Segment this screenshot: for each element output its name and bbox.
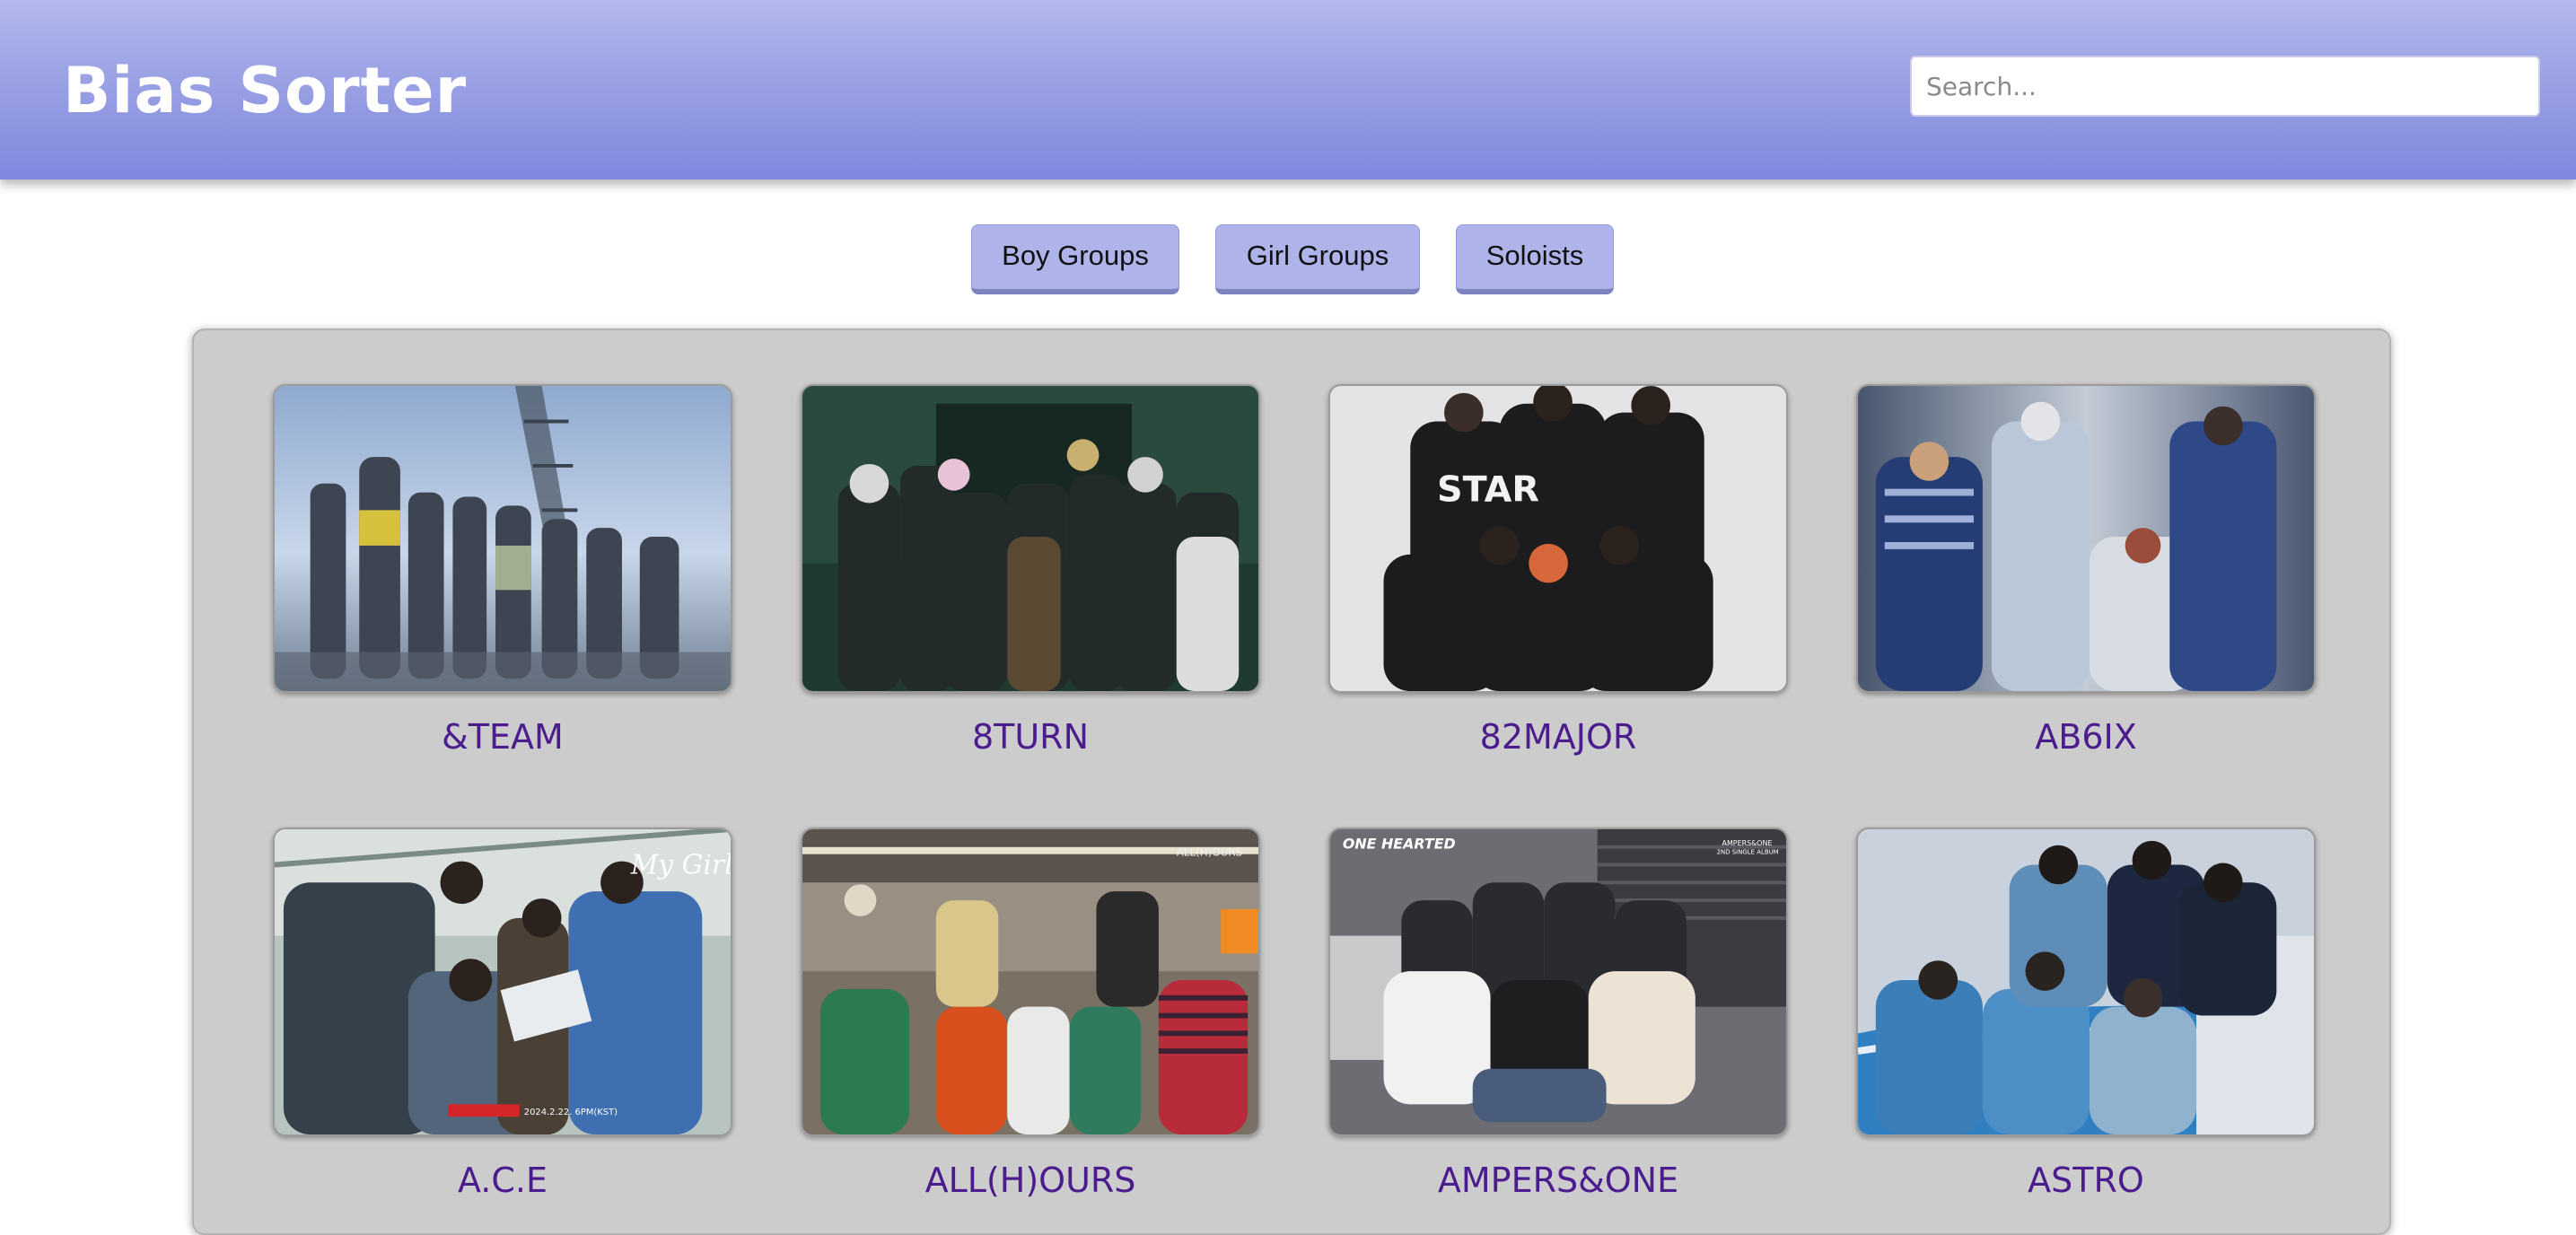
group-card-ab6ix[interactable]: AB6IX <box>1856 384 2316 758</box>
boy-groups-button[interactable]: Boy Groups <box>971 224 1179 294</box>
group-card-8turn[interactable]: 8TURN <box>801 384 1260 758</box>
group-name: AMPERS&ONE <box>1437 1161 1679 1200</box>
group-name: 8TURN <box>971 717 1090 757</box>
group-card-82major[interactable]: STAR 82MAJOR <box>1328 384 1788 758</box>
group-card-ace[interactable]: My Girl 2024.2.22. 6PM(KST) A.C.E <box>273 828 732 1201</box>
group-card-andteam[interactable]: &TEAM <box>273 384 732 758</box>
group-photo[interactable] <box>1856 384 2316 693</box>
group-photo[interactable]: STAR <box>1328 384 1788 693</box>
group-name: AB6IX <box>2035 717 2137 757</box>
group-name: ASTRO <box>2028 1161 2144 1200</box>
soloists-button[interactable]: Soloists <box>1456 224 1614 294</box>
group-photo[interactable]: ONE HEARTED AMPERS&ONE 2ND SINGLE ALBUM <box>1328 828 1788 1136</box>
search-input[interactable] <box>1910 56 2540 117</box>
group-name: 82MAJOR <box>1479 717 1637 757</box>
photo-text: ONE HEARTED <box>1343 836 1456 853</box>
site-header: Bias Sorter <box>0 0 2576 180</box>
group-card-allhours[interactable]: ALL(H)OURS ALL(H)OURS <box>801 828 1260 1201</box>
photo-text: 2024.2.22. 6PM(KST) <box>524 1108 618 1117</box>
group-grid: &TEAM 8TURN STAR 82MAJOR AB6IX My Girl 2… <box>192 328 2391 1235</box>
group-card-ampersandone[interactable]: ONE HEARTED AMPERS&ONE 2ND SINGLE ALBUM … <box>1328 828 1788 1201</box>
group-photo[interactable] <box>801 384 1260 693</box>
svg-text:STAR: STAR <box>1437 469 1539 511</box>
group-name: A.C.E <box>457 1161 548 1200</box>
group-photo[interactable] <box>273 384 732 693</box>
group-card-astro[interactable]: ASTRO <box>1856 828 2316 1201</box>
photo-text: My Girl <box>630 849 731 880</box>
group-photo[interactable] <box>1856 828 2316 1136</box>
group-photo[interactable]: ALL(H)OURS <box>801 828 1260 1136</box>
category-bar: Boy Groups Girl Groups Soloists <box>0 224 2576 296</box>
group-name: &TEAM <box>442 717 564 757</box>
group-photo[interactable]: My Girl 2024.2.22. 6PM(KST) <box>273 828 732 1136</box>
photo-text: AMPERS&ONE <box>1722 839 1773 847</box>
girl-groups-button[interactable]: Girl Groups <box>1215 224 1420 294</box>
photo-text: 2ND SINGLE ALBUM <box>1717 849 1779 856</box>
photo-text: ALL(H)OURS <box>1177 846 1243 859</box>
group-name: ALL(H)OURS <box>924 1161 1136 1200</box>
site-title: Bias Sorter <box>63 54 468 127</box>
